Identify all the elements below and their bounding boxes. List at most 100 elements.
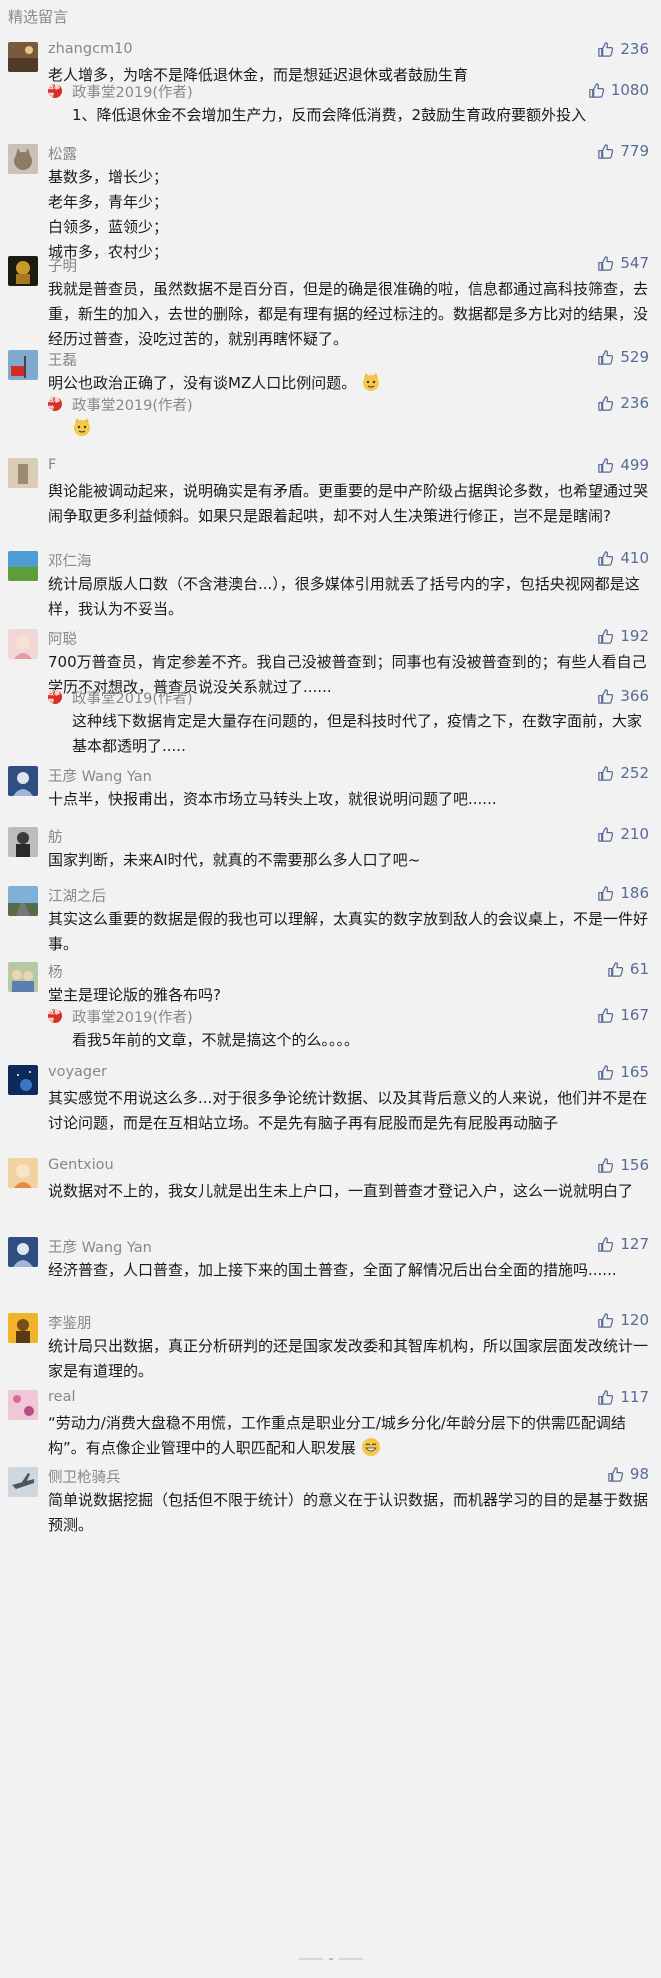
thumbs-up-icon[interactable] (597, 143, 614, 160)
thumbs-up-icon[interactable] (597, 1236, 614, 1253)
reply-like-button[interactable]: 366 (597, 687, 649, 705)
avatar[interactable] (8, 1467, 38, 1497)
commenter-name[interactable]: 杨 (48, 961, 63, 982)
comment-text-content: 经济普查，人口普查，加上接下来的国土普查，全面了解情况后出台全面的措施吗....… (48, 1261, 617, 1279)
thumbs-up-icon[interactable] (588, 82, 605, 99)
avatar[interactable] (8, 1313, 38, 1343)
commenter-name[interactable]: voyager (48, 1064, 107, 1080)
thumbs-up-icon[interactable] (597, 688, 614, 705)
thumbs-up-icon[interactable] (597, 457, 614, 474)
like-button[interactable]: 120 (597, 1311, 649, 1329)
reply-like-button[interactable]: 1080 (588, 81, 649, 99)
commenter-name[interactable]: 邓仁海 (48, 550, 92, 571)
thumbs-up-icon[interactable] (597, 349, 614, 366)
like-button[interactable]: 61 (607, 960, 649, 978)
reply-author-name[interactable]: 政事堂2019(作者) (72, 81, 193, 102)
commenter-name[interactable]: 子明 (48, 255, 77, 276)
reply-like-button[interactable]: 167 (597, 1006, 649, 1024)
comment-text-content: 十点半，快报甫出，资本市场立马转头上攻，就很说明问题了吧...... (48, 790, 497, 808)
thumbs-up-icon[interactable] (597, 765, 614, 782)
like-count: 252 (620, 764, 649, 782)
commenter-name[interactable]: 李鉴朋 (48, 1312, 92, 1333)
thumbs-up-icon[interactable] (607, 1466, 624, 1483)
avatar[interactable] (8, 766, 38, 796)
thumbs-up-icon[interactable] (597, 1064, 614, 1081)
commenter-name[interactable]: 王磊 (48, 349, 77, 370)
thumbs-up-icon[interactable] (607, 961, 624, 978)
thumbs-up-icon[interactable] (597, 550, 614, 567)
like-button[interactable]: 165 (597, 1063, 649, 1081)
thumbs-up-icon[interactable] (597, 1007, 614, 1024)
commenter-name[interactable]: 王彦 Wang Yan (48, 765, 152, 786)
avatar[interactable] (8, 629, 38, 659)
commenter-name[interactable]: 王彦 Wang Yan (48, 1236, 152, 1257)
avatar[interactable] (8, 827, 38, 857)
avatar[interactable] (8, 1065, 38, 1095)
like-count: 210 (620, 825, 649, 843)
like-button[interactable]: 779 (597, 142, 649, 160)
thumbs-up-icon[interactable] (597, 1312, 614, 1329)
commenter-name[interactable]: real (48, 1389, 75, 1405)
commenter-name[interactable]: zhangcm10 (48, 41, 133, 57)
like-button[interactable]: 186 (597, 884, 649, 902)
like-button[interactable]: 252 (597, 764, 649, 782)
like-button[interactable]: 236 (597, 40, 649, 58)
like-button[interactable]: 156 (597, 1156, 649, 1174)
commenter-name[interactable]: 江湖之后 (48, 885, 106, 906)
avatar[interactable] (8, 1158, 38, 1188)
thumbs-up-icon[interactable] (597, 1389, 614, 1406)
avatar[interactable] (8, 42, 38, 72)
comment-text: 堂主是理论版的雅各布吗? (48, 983, 649, 1008)
reply-author-name[interactable]: 政事堂2019(作者) (72, 394, 193, 415)
thumbs-up-icon[interactable] (597, 395, 614, 412)
like-count: 186 (620, 884, 649, 902)
avatar[interactable] (8, 458, 38, 488)
avatar[interactable] (8, 144, 38, 174)
like-button[interactable]: 547 (597, 254, 649, 272)
reply-text (72, 416, 649, 441)
commenter-name[interactable]: 阿聪 (48, 628, 77, 649)
section-title: 精选留言 (8, 8, 69, 26)
reply-text-content: 这种线下数据肯定是大量存在问题的，但是科技时代了，疫情之下，在数字面前，大家基本… (72, 712, 643, 755)
comment-text-content: 国家判断，未来AI时代，就真的不需要那么多人口了吧~ (48, 851, 421, 869)
comment-text: 我就是普查员，虽然数据不是百分百，但是的确是很准确的啦，信息都通过高科技筛查，去… (48, 277, 649, 352)
comment-text: 简单说数据挖掘（包括但不限于统计）的意义在于认识数据，而机器学习的目的是基于数据… (48, 1488, 649, 1538)
like-button[interactable]: 117 (597, 1388, 649, 1406)
commenter-name[interactable]: Gentxiou (48, 1157, 114, 1173)
like-button[interactable]: 410 (597, 549, 649, 567)
comment-text: “劳动力/消费大盘稳不用慌，工作重点是职业分工/城乡分化/年龄分层下的供需匹配调… (48, 1411, 649, 1461)
avatar[interactable] (8, 1390, 38, 1420)
like-button[interactable]: 192 (597, 627, 649, 645)
comment-text: 明公也政治正确了，没有谈MZ人口比例问题。 (48, 371, 649, 396)
thumbs-up-icon[interactable] (597, 255, 614, 272)
commenter-name[interactable]: 侧卫枪骑兵 (48, 1466, 121, 1487)
commenter-name[interactable]: 舫 (48, 826, 63, 847)
like-button[interactable]: 529 (597, 348, 649, 366)
like-count: 167 (620, 1006, 649, 1024)
thumbs-up-icon[interactable] (597, 826, 614, 843)
like-button[interactable]: 499 (597, 456, 649, 474)
thumbs-up-icon[interactable] (597, 628, 614, 645)
like-count: 156 (620, 1156, 649, 1174)
avatar[interactable] (8, 1237, 38, 1267)
comment-text: 基数多，增长少； 老年多，青年少； 白领多，蓝领少； 城市多，农村少； (48, 165, 649, 265)
reply-text-content: 看我5年前的文章，不就是搞这个的么。。。。 (72, 1031, 360, 1049)
commenter-name[interactable]: F (48, 457, 56, 473)
like-button[interactable]: 210 (597, 825, 649, 843)
like-button[interactable]: 98 (607, 1465, 649, 1483)
avatar[interactable] (8, 256, 38, 286)
reply-author-name[interactable]: 政事堂2019(作者) (72, 1006, 193, 1027)
author-badge-icon: 政事堂 (48, 1009, 62, 1023)
like-count: 529 (620, 348, 649, 366)
thumbs-up-icon[interactable] (597, 1157, 614, 1174)
avatar[interactable] (8, 551, 38, 581)
avatar[interactable] (8, 962, 38, 992)
like-button[interactable]: 127 (597, 1235, 649, 1253)
commenter-name[interactable]: 松露 (48, 143, 77, 164)
avatar[interactable] (8, 886, 38, 916)
thumbs-up-icon[interactable] (597, 885, 614, 902)
reply-like-button[interactable]: 236 (597, 394, 649, 412)
thumbs-up-icon[interactable] (597, 41, 614, 58)
avatar[interactable] (8, 350, 38, 380)
reply-author-name[interactable]: 政事堂2019(作者) (72, 687, 193, 708)
